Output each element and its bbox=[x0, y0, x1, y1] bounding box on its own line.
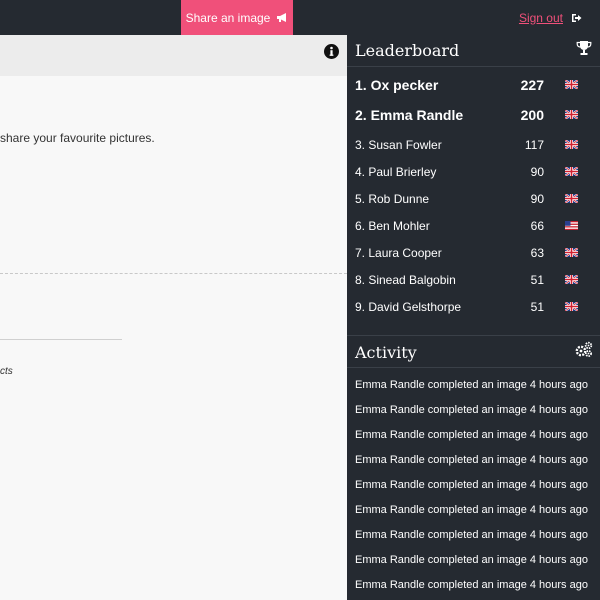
sidebar: Leaderboard 1. Ox pecker 227 2. Emma Ran… bbox=[347, 35, 600, 600]
leaderboard-name: 5. Rob Dunne bbox=[355, 192, 430, 206]
leaderboard-row[interactable]: 5. Rob Dunne 90 bbox=[347, 189, 600, 211]
activity-item: Emma Randle completed an image 4 hours a… bbox=[355, 529, 588, 541]
activity-item: Emma Randle completed an image 4 hours a… bbox=[355, 379, 588, 391]
share-image-button[interactable]: Share an image bbox=[181, 0, 293, 35]
main-header bbox=[0, 35, 347, 76]
activity-header: Activity bbox=[347, 335, 600, 368]
gears-icon[interactable] bbox=[575, 341, 593, 358]
leaderboard-header: Leaderboard bbox=[347, 35, 600, 67]
uk-flag-icon bbox=[565, 248, 578, 257]
leaderboard-title: Leaderboard bbox=[355, 41, 460, 60]
share-image-label: Share an image bbox=[185, 10, 271, 25]
italic-text: cts bbox=[0, 366, 13, 377]
leaderboard-score: 51 bbox=[530, 273, 544, 287]
dashed-divider bbox=[0, 273, 347, 274]
activity-item: Emma Randle completed an image 4 hours a… bbox=[355, 404, 588, 416]
uk-flag-icon bbox=[565, 302, 578, 311]
leaderboard-row[interactable]: 9. David Gelsthorpe 51 bbox=[347, 297, 600, 319]
leaderboard-row[interactable]: 3. Susan Fowler 117 bbox=[347, 135, 600, 157]
uk-flag-icon bbox=[565, 140, 578, 149]
leaderboard-name: 7. Laura Cooper bbox=[355, 246, 442, 260]
leaderboard-row[interactable]: 7. Laura Cooper 63 bbox=[347, 243, 600, 265]
leaderboard-row[interactable]: 4. Paul Brierley 90 bbox=[347, 162, 600, 184]
leaderboard-name: 4. Paul Brierley bbox=[355, 165, 437, 179]
activity-item: Emma Randle completed an image 4 hours a… bbox=[355, 554, 588, 566]
info-icon[interactable] bbox=[324, 44, 339, 59]
leaderboard-name: 6. Ben Mohler bbox=[355, 219, 430, 233]
leaderboard-score: 66 bbox=[530, 219, 544, 233]
activity-item: Emma Randle completed an image 4 hours a… bbox=[355, 504, 588, 516]
leaderboard-name: 9. David Gelsthorpe bbox=[355, 300, 462, 314]
uk-flag-icon bbox=[565, 194, 578, 203]
leaderboard-score: 51 bbox=[530, 300, 544, 314]
sign-out-icon bbox=[572, 13, 582, 22]
uk-flag-icon bbox=[565, 167, 578, 176]
leaderboard-score: 63 bbox=[530, 246, 544, 260]
uk-flag-icon bbox=[565, 275, 578, 284]
leaderboard-name: 2. Emma Randle bbox=[355, 107, 464, 123]
intro-text: share your favourite pictures. bbox=[0, 131, 155, 145]
leaderboard-row[interactable]: 2. Emma Randle 200 bbox=[347, 105, 600, 127]
trophy-icon bbox=[576, 41, 592, 55]
activity-item: Emma Randle completed an image 4 hours a… bbox=[355, 454, 588, 466]
activity-item: Emma Randle completed an image 4 hours a… bbox=[355, 579, 588, 591]
leaderboard-score: 90 bbox=[530, 192, 544, 206]
sign-out-label: Sign out bbox=[518, 10, 563, 25]
leaderboard-row[interactable]: 6. Ben Mohler 66 bbox=[347, 216, 600, 238]
sign-out-link[interactable]: Sign out bbox=[519, 0, 600, 35]
activity-item: Emma Randle completed an image 4 hours a… bbox=[355, 479, 588, 491]
main-content: share your favourite pictures. cts bbox=[0, 35, 347, 600]
leaderboard-score: 200 bbox=[520, 107, 544, 123]
activity-title: Activity bbox=[355, 343, 417, 362]
top-bar: Share an image Sign out bbox=[0, 0, 600, 35]
leaderboard-score: 117 bbox=[524, 138, 544, 152]
uk-flag-icon bbox=[565, 80, 578, 89]
leaderboard-row[interactable]: 8. Sinead Balgobin 51 bbox=[347, 270, 600, 292]
megaphone-icon bbox=[277, 13, 287, 22]
leaderboard-name: 8. Sinead Balgobin bbox=[355, 273, 456, 287]
us-flag-icon bbox=[565, 221, 578, 230]
uk-flag-icon bbox=[565, 110, 578, 119]
leaderboard-row[interactable]: 1. Ox pecker 227 bbox=[347, 75, 600, 97]
activity-item: Emma Randle completed an image 4 hours a… bbox=[355, 429, 588, 441]
leaderboard-score: 90 bbox=[530, 165, 544, 179]
solid-divider bbox=[0, 339, 122, 340]
leaderboard-name: 1. Ox pecker bbox=[355, 77, 439, 93]
leaderboard-name: 3. Susan Fowler bbox=[355, 138, 442, 152]
leaderboard-score: 227 bbox=[520, 77, 544, 93]
